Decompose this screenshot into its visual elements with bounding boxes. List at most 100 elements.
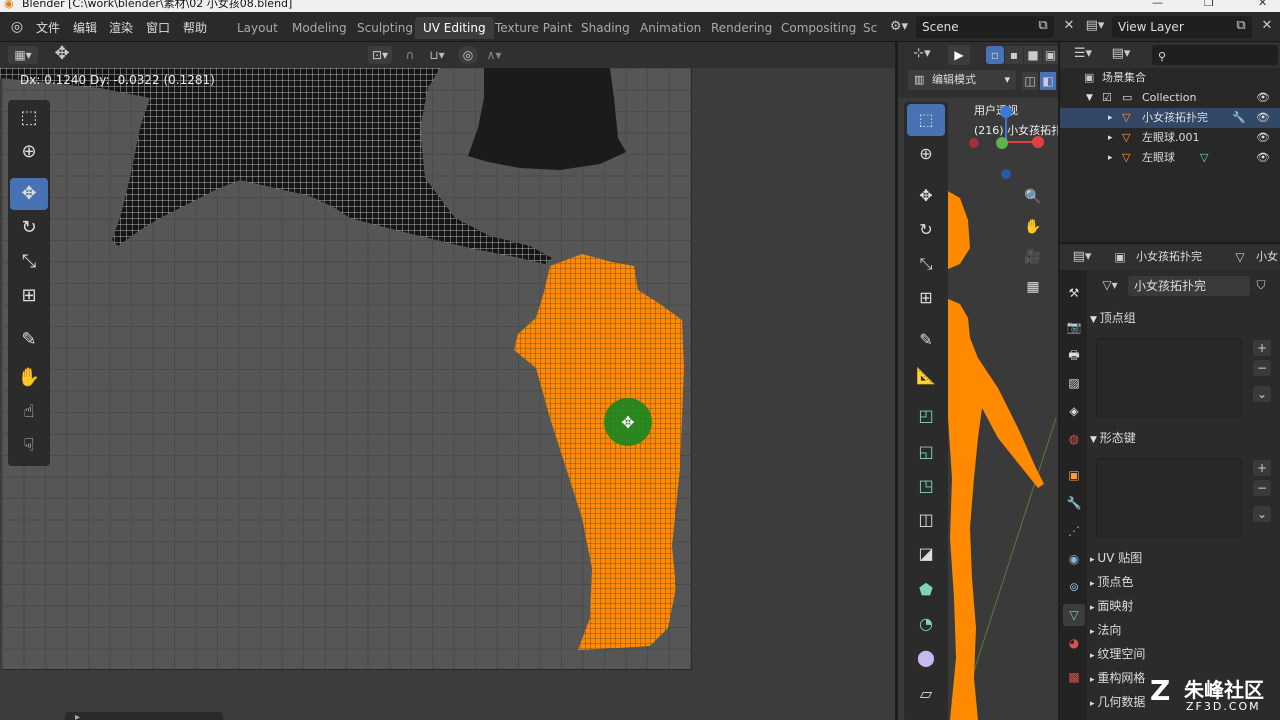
navigation-gizmo[interactable] (968, 106, 1058, 196)
tab-scripting[interactable]: Sc (855, 17, 885, 39)
snap-icon[interactable]: ∩ (400, 46, 420, 64)
edge-select-icon[interactable]: ▪ (1005, 46, 1023, 64)
poly-build-tool[interactable]: ⬟ (907, 574, 945, 606)
move-tool[interactable]: ✥ (10, 178, 48, 210)
remove-shape-key-button[interactable]: − (1253, 480, 1271, 496)
loop-cut-tool[interactable]: ◫ (907, 504, 945, 536)
move-widget-icon[interactable]: ✥ (50, 43, 74, 64)
modifier-tab[interactable]: 🔧 (1063, 492, 1085, 514)
tab-animation[interactable]: Animation (632, 17, 709, 39)
display-mode-icon[interactable]: ▤▾ (1108, 46, 1134, 61)
vertex-select-icon[interactable]: ▫ (986, 46, 1004, 64)
tab-sculpting[interactable]: Sculpting (349, 17, 421, 39)
panel-vertex-groups[interactable]: ▼ 顶点组 (1090, 306, 1276, 330)
panel-normals[interactable]: ▸ 法向 (1090, 618, 1276, 642)
outliner-row-collection[interactable]: ▼ ☑ ▭ Collection 👁 (1060, 88, 1280, 108)
spin-tool[interactable]: ◔ (907, 608, 945, 640)
outliner-row-object-2[interactable]: ▸ ▽ 左眼球 ▽ 👁 (1060, 148, 1280, 168)
vp-select-tool[interactable]: ⬚ (907, 104, 945, 136)
shape-key-menu-button[interactable]: ⌄ (1253, 506, 1271, 522)
uv-sync-select-icon[interactable]: ▶ (948, 45, 970, 65)
panel-vertex-colors[interactable]: ▸ 顶点色 (1090, 570, 1276, 594)
mesh-name-field[interactable]: 小女孩拓扑完 (1128, 276, 1250, 296)
properties-type-icon[interactable]: ▤▾ (1068, 244, 1096, 270)
uv-island-skirt[interactable] (0, 68, 552, 264)
vertex-group-menu-button[interactable]: ⌄ (1253, 386, 1271, 402)
vp-scale-tool[interactable]: ⤡ (907, 248, 945, 280)
vertex-mode-icon[interactable]: ◫ (1022, 72, 1038, 90)
tab-layout[interactable]: Layout (229, 17, 286, 39)
falloff-icon[interactable]: ∧▾ (480, 46, 508, 64)
uv-island-selected[interactable] (514, 254, 684, 650)
menu-window[interactable]: 窗口 (146, 19, 170, 36)
vp-transform-tool[interactable]: ⊞ (907, 282, 945, 314)
mesh-data-tab[interactable]: ▽ (1063, 604, 1085, 626)
new-scene-icon[interactable]: ⧉ (1034, 18, 1052, 33)
uv-editor-area[interactable]: ✥ Dx: 0.1240 Dy: -0.0322 (0.1281) ⬚ ⊕ ✥ … (0, 68, 895, 720)
perspective-grid-icon[interactable]: ▦ (1022, 276, 1044, 298)
visibility-eye-icon[interactable]: 👁 (1256, 128, 1270, 148)
snap-mode-icon[interactable]: ⊔▾ (422, 46, 452, 64)
material-tab[interactable]: ◕ (1063, 632, 1085, 654)
face-select-icon[interactable]: ■ (1024, 46, 1042, 64)
viewport-editor-type-icon[interactable]: ⊹▾ (908, 46, 936, 61)
menu-file[interactable]: 文件 (36, 19, 60, 36)
uv-island-collar[interactable] (468, 68, 626, 170)
new-view-layer-icon[interactable]: ⧉ (1232, 18, 1250, 33)
panel-face-maps[interactable]: ▸ 面映射 (1090, 594, 1276, 618)
remove-scene-icon[interactable]: ✕ (1060, 18, 1078, 33)
grab-tool[interactable]: ✋ (10, 362, 48, 394)
editor-type-icon[interactable]: ▦▾ (8, 46, 38, 64)
visibility-eye-icon[interactable]: 👁 (1256, 148, 1270, 168)
visibility-eye-icon[interactable]: 👁 (1256, 88, 1270, 108)
view-layer-field[interactable]: View Layer (1112, 16, 1252, 38)
inset-tool[interactable]: ◱ (907, 436, 945, 468)
outliner-type-icon[interactable]: ☰▾ (1070, 46, 1096, 61)
character-head[interactable] (946, 190, 970, 270)
expand-arrow-icon[interactable]: ▸ (1108, 128, 1113, 148)
add-shape-key-button[interactable]: + (1253, 460, 1271, 476)
remove-vertex-group-button[interactable]: − (1253, 360, 1271, 376)
menu-render[interactable]: 渲染 (109, 19, 133, 36)
proportional-edit-icon[interactable]: ◎ (458, 46, 478, 64)
vp-move-tool[interactable]: ✥ (907, 180, 945, 212)
tab-shading[interactable]: Shading (573, 17, 638, 39)
cursor-tool[interactable]: ⊕ (10, 136, 48, 168)
vp-measure-tool[interactable]: 📐 (907, 360, 945, 392)
bevel-tool[interactable]: ◳ (907, 470, 945, 502)
smooth-tool[interactable]: ⬤ (907, 642, 945, 674)
add-vertex-group-button[interactable]: + (1253, 340, 1271, 356)
panel-uv-maps[interactable]: ▸ UV 贴图 (1090, 546, 1276, 570)
relax-tool[interactable]: ☝ (10, 396, 48, 428)
shape-keys-list[interactable] (1096, 458, 1242, 538)
menu-edit[interactable]: 编辑 (73, 19, 97, 36)
particles-tab[interactable]: ⋰ (1063, 520, 1085, 542)
viewport-3d[interactable]: ⬚ ⊕ ✥ ↻ ⤡ ⊞ ✎ 📐 ◰ ◱ ◳ ◫ ◪ ⬟ ◔ ⬤ ▱ 用户透视 (… (898, 98, 1058, 720)
world-tab[interactable]: ◍ (1063, 428, 1085, 450)
tab-uv-editing[interactable]: UV Editing (415, 17, 494, 39)
island-select-icon[interactable]: ▣ (1043, 46, 1058, 64)
checkbox-icon[interactable]: ☑ (1102, 88, 1112, 108)
render-tab[interactable]: 📷 (1063, 316, 1085, 338)
scale-tool[interactable]: ⤡ (10, 246, 48, 278)
texture-tab[interactable]: ▩ (1063, 666, 1085, 688)
view-layer-icon[interactable]: ▤▾ (1084, 18, 1106, 33)
tab-rendering[interactable]: Rendering (703, 17, 780, 39)
expand-arrow-icon[interactable]: ▼ (1086, 88, 1093, 108)
maximize-icon[interactable]: ❐ (1204, 0, 1214, 9)
outliner-row-object-1[interactable]: ▸ ▽ 左眼球.001 👁 (1060, 128, 1280, 148)
minimize-icon[interactable]: — (1152, 0, 1163, 9)
output-tab[interactable]: 🖶 (1063, 344, 1085, 366)
annotate-tool[interactable]: ✎ (10, 324, 48, 356)
pan-hand-icon[interactable]: ✋ (1022, 216, 1044, 238)
pivot-point-icon[interactable]: ⊡▾ (368, 46, 392, 64)
shear-tool[interactable]: ▱ (907, 678, 945, 710)
tab-compositing[interactable]: Compositing (773, 17, 864, 39)
object-tab[interactable]: ▣ (1063, 464, 1085, 486)
mesh-browse-icon[interactable]: ▽▾ (1096, 278, 1124, 292)
camera-icon[interactable]: 🎥 (1022, 246, 1044, 268)
extrude-tool[interactable]: ◰ (907, 400, 945, 432)
transform-tool[interactable]: ⊞ (10, 280, 48, 312)
fake-user-shield-icon[interactable]: ⛉ (1252, 278, 1270, 293)
select-box-tool[interactable]: ⬚ (10, 102, 48, 134)
